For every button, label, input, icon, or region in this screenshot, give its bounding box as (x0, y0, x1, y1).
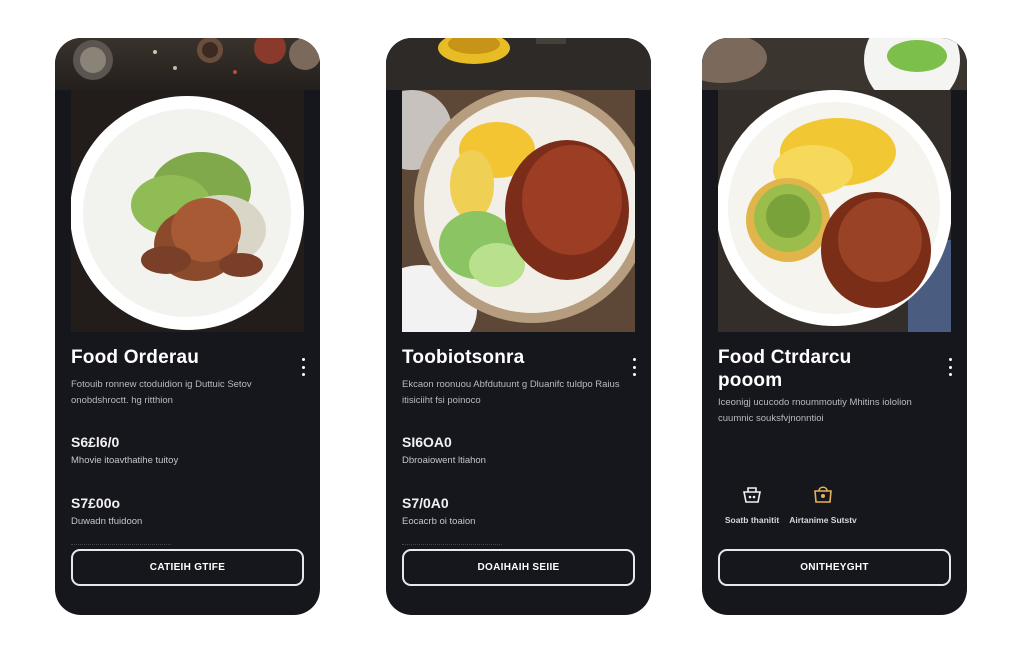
card-title: Food Ctrdarcu pooom (718, 347, 852, 391)
card-action-button[interactable]: CATIEIH GTIFE (71, 549, 304, 586)
price-label: Mhovie itoavthatihe tuitoy (71, 455, 179, 466)
food-card-3: Food Ctrdarcu pooom Iceonigj ucucodo rno… (702, 38, 967, 615)
card-action-button[interactable]: DOAIHAIH SEIIE (402, 549, 635, 586)
bag-icon (814, 486, 832, 503)
food-card-2: Toobiotsonra Ekcaon roonuou Abfdutuunt g… (386, 38, 651, 615)
dish-photo (718, 90, 951, 332)
feature-bag[interactable]: Airtanime Sutstv (788, 484, 858, 528)
basket-icon (743, 487, 761, 503)
feature-label: Soatb thanitit (724, 515, 780, 525)
card-description: Ekcaon roonuou Abfdutuunt g Dluanifc tul… (402, 379, 620, 406)
feature-basket[interactable]: Soatb thanitit (717, 484, 787, 528)
price-value: S7/0A0 (402, 495, 449, 511)
price-label: Dbroaiowent ltiahon (402, 455, 486, 466)
card-description: Fotouib ronnew ctoduidion ig Duttuic Set… (71, 379, 252, 406)
top-banner-image (55, 38, 320, 90)
food-card-1: Food Orderau Fotouib ronnew ctoduidion i… (55, 38, 320, 615)
price-value: SI6OA0 (402, 434, 452, 450)
divider (71, 544, 171, 545)
card-description: Iceonigj ucucodo rnoummoutiy Mhitins iol… (718, 397, 912, 424)
card-action-button[interactable]: ONITHEYGHT (718, 549, 951, 586)
top-banner-image (702, 38, 967, 108)
price-label: Duwadn tfuidoon (71, 516, 143, 527)
top-banner-image (386, 38, 651, 90)
price-value: S7£00o (71, 495, 121, 511)
price-label: Eocacrb oi toaion (402, 516, 476, 527)
price-value: S6£l6/0 (71, 434, 120, 450)
card-title: Toobiotsonra (402, 347, 525, 368)
divider (402, 544, 502, 545)
dish-photo (402, 90, 635, 332)
more-vertical-icon[interactable] (945, 356, 955, 378)
card-title: Food Orderau (71, 347, 200, 368)
more-vertical-icon[interactable] (298, 356, 308, 378)
more-vertical-icon[interactable] (629, 356, 639, 378)
feature-label: Airtanime Sutstv (789, 515, 857, 525)
dish-photo (71, 90, 304, 332)
